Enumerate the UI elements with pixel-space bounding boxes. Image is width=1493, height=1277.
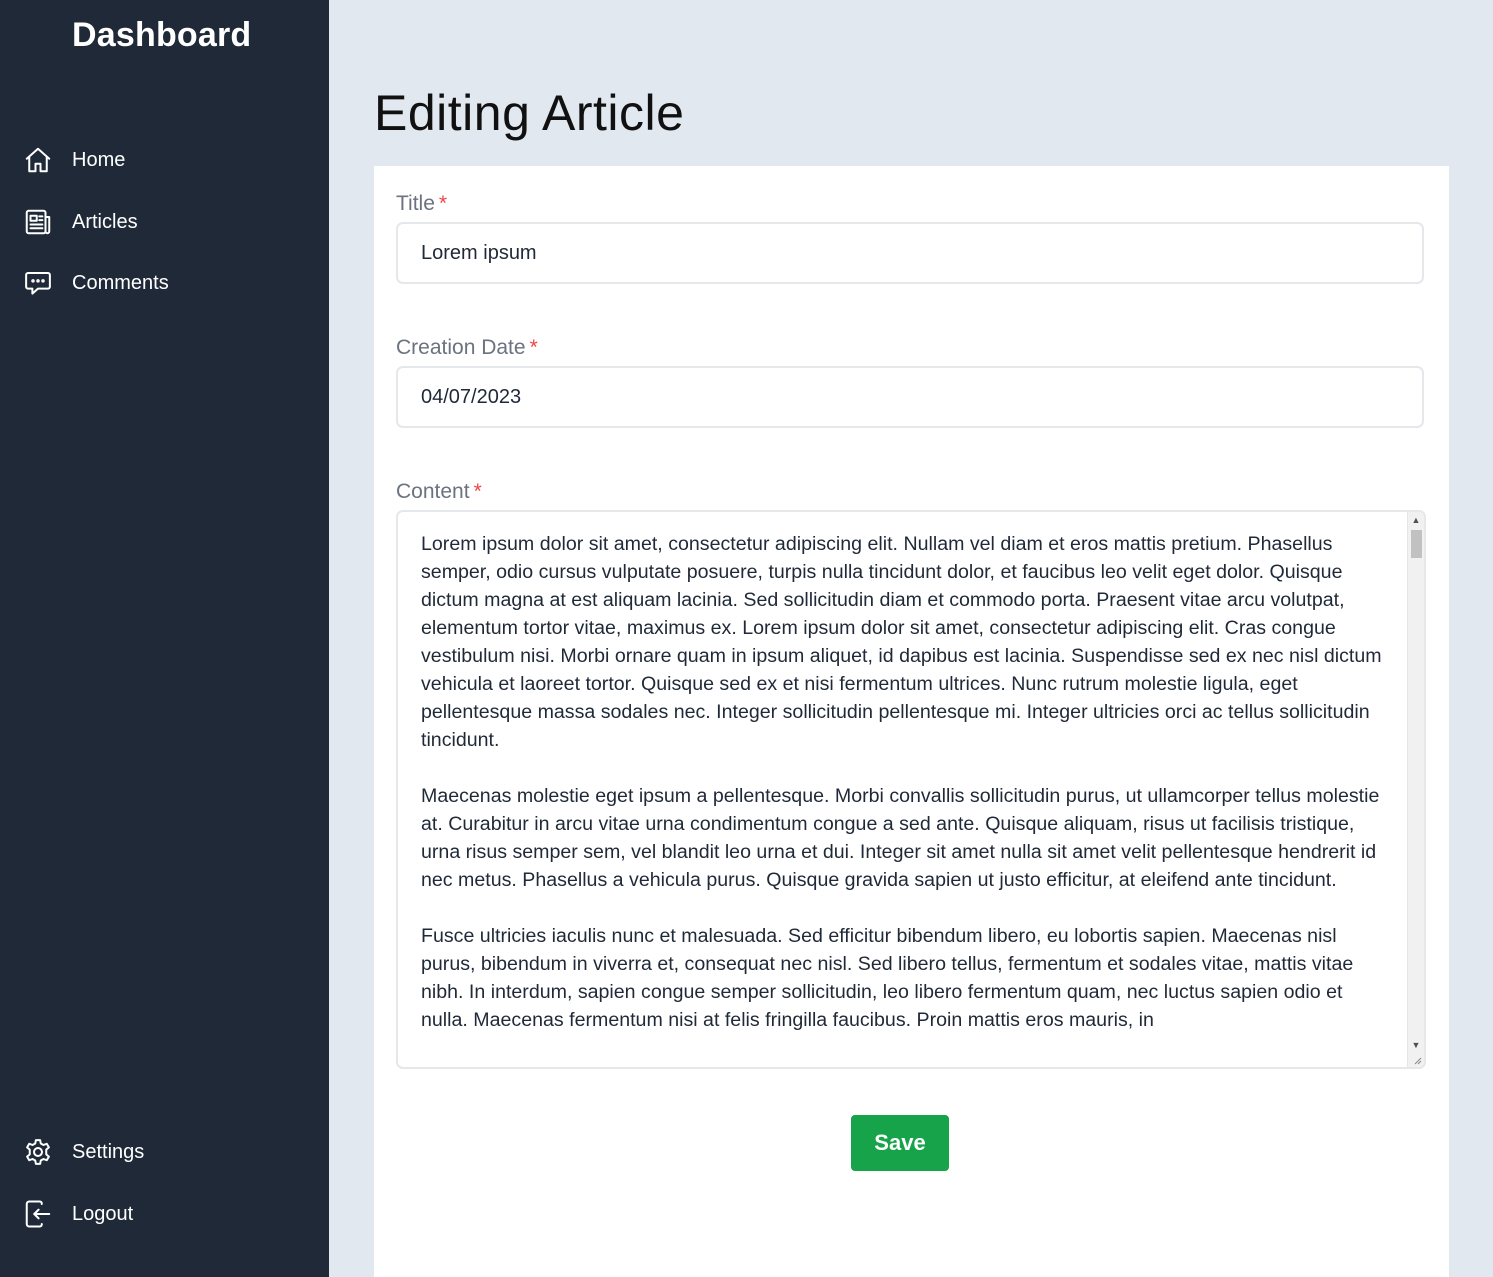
gear-icon (22, 1136, 54, 1168)
title-label-text: Title (396, 192, 435, 215)
app-root: Dashboard Home Articles Comments Setting… (0, 0, 1493, 1277)
content-scrollbar[interactable]: ▲ ▼ (1407, 512, 1424, 1067)
title-input-value: Lorem ipsum (421, 241, 537, 264)
scroll-thumb[interactable] (1411, 530, 1422, 558)
content-paragraph: Maecenas molestie eget ipsum a pellentes… (421, 785, 1380, 891)
article-form: Title * Lorem ipsum Creation Date * 04/07/… (374, 166, 1449, 1277)
resize-grip-icon[interactable] (1412, 1055, 1422, 1065)
required-marker: * (529, 336, 538, 359)
sidebar-item-articles[interactable]: Articles (22, 202, 312, 242)
sidebar-item-label: Logout (72, 1202, 134, 1225)
sidebar-item-label: Articles (72, 210, 138, 233)
scroll-up-arrow-icon[interactable]: ▲ (1408, 512, 1424, 528)
title-input[interactable]: Lorem ipsum (396, 222, 1424, 284)
scroll-down-arrow-icon[interactable]: ▼ (1408, 1037, 1424, 1053)
sidebar-item-label: Settings (72, 1140, 145, 1163)
content-label: Content * (396, 480, 482, 504)
content-textarea[interactable]: Lorem ipsum dolor sit amet, consectetur … (396, 510, 1426, 1069)
sidebar-item-settings[interactable]: Settings (22, 1132, 312, 1172)
content-paragraph: Lorem ipsum dolor sit amet, consectetur … (421, 533, 1382, 751)
creation-date-label: Creation Date * (396, 336, 538, 360)
chat-bubble-icon (22, 267, 54, 299)
sidebar-item-label: Home (72, 148, 126, 171)
content-label-text: Content (396, 480, 470, 503)
newspaper-icon (22, 206, 54, 238)
sidebar: Dashboard Home Articles Comments Setting… (0, 0, 329, 1277)
brand-title: Dashboard (72, 16, 252, 54)
sidebar-item-home[interactable]: Home (22, 140, 312, 180)
sidebar-item-label: Comments (72, 271, 169, 294)
creation-date-label-text: Creation Date (396, 336, 526, 359)
content-text: Lorem ipsum dolor sit amet, consectetur … (421, 530, 1391, 1062)
sidebar-item-comments[interactable]: Comments (22, 263, 312, 303)
page-title: Editing Article (374, 85, 685, 141)
sidebar-item-logout[interactable]: Logout (22, 1194, 312, 1234)
title-label: Title * (396, 192, 447, 216)
logout-icon (22, 1198, 54, 1230)
creation-date-input-value: 04/07/2023 (421, 385, 522, 408)
required-marker: * (438, 192, 448, 215)
required-marker: * (473, 480, 482, 503)
home-icon (22, 144, 54, 176)
save-button[interactable]: Save (851, 1115, 949, 1171)
content-paragraph: Fusce ultricies iaculis nunc et malesuad… (421, 925, 1354, 1031)
creation-date-input[interactable]: 04/07/2023 (396, 366, 1424, 428)
